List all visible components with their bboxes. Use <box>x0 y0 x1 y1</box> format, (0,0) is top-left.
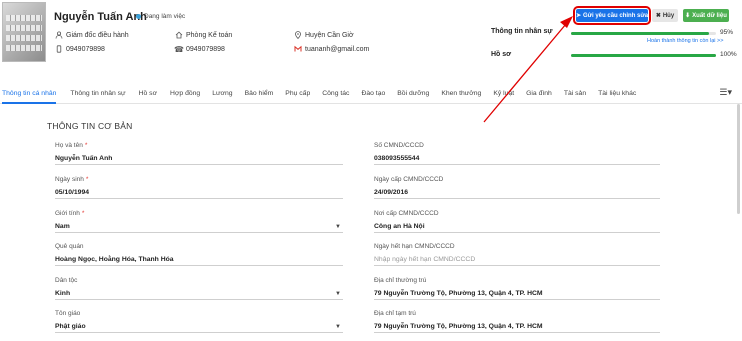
id-issue-place-label: Nơi cấp CMND/CCCD <box>374 210 439 217</box>
mobile-text: 0949079898 <box>66 45 105 53</box>
id-issue-date-label: Ngày cấp CMND/CCCD <box>374 176 444 183</box>
tab-13[interactable]: Gia đình <box>526 84 552 104</box>
tab-3[interactable]: Hồ sơ <box>139 84 157 104</box>
tab-bar: Thông tin cá nhân Thông tin nhân sự Hồ sơ H… <box>0 84 742 104</box>
home-icon <box>175 31 183 39</box>
staff-info-progress-value: 95% <box>720 29 734 36</box>
permanent-address-input[interactable]: 79 Nguyễn Trường Tộ, Phường 13, Quận 4, … <box>374 288 660 300</box>
employee-header: Nguyễn Tuấn Anh Đang làm việc Giám đốc đ… <box>0 0 742 76</box>
complete-info-link[interactable]: Hoàn thành thông tin còn lại >> <box>647 38 723 44</box>
full-name-field: Họ và tên * Nguyễn Tuấn Anh <box>55 142 343 165</box>
close-icon: ✖ <box>655 13 661 19</box>
mobile-info: 0949079898 <box>55 45 105 53</box>
phone-icon: ☎ <box>174 44 184 54</box>
user-icon <box>55 31 63 39</box>
staff-info-progress-bar <box>571 32 716 35</box>
position-text: Giám đốc điều hành <box>66 31 129 39</box>
permanent-address-label: Địa chỉ thường trú <box>374 277 427 284</box>
cancel-button[interactable]: ✖ Hủy <box>652 9 678 22</box>
id-number-input[interactable]: 038093555544 <box>374 153 660 165</box>
ethnicity-field: Dân tộc Kinh ▼ <box>55 277 343 300</box>
menu-icon[interactable]: ☰▾ <box>719 87 732 98</box>
status-text: Đang làm việc <box>144 13 186 20</box>
id-number-field: Số CMND/CCCD 038093555544 <box>374 142 660 165</box>
id-issue-date-input[interactable]: 24/09/2016 <box>374 187 660 199</box>
dob-input[interactable]: 05/10/1994 <box>55 187 343 199</box>
id-number-label: Số CMND/CCCD <box>374 142 424 149</box>
tab-10[interactable]: Bồi dưỡng <box>397 84 429 104</box>
chevron-down-icon: ▼ <box>335 224 341 230</box>
tab-5[interactable]: Lương <box>212 84 232 104</box>
position-info: Giám đốc điều hành <box>55 31 129 39</box>
dob-label: Ngày sinh <box>55 176 84 183</box>
tab-14[interactable]: Tài sản <box>564 84 586 104</box>
id-expiry-input[interactable]: Nhập ngày hết hạn CMND/CCCD <box>374 254 660 266</box>
id-expiry-field: Ngày hết hạn CMND/CCCD Nhập ngày hết hạn… <box>374 243 660 266</box>
department-info: Phòng Kế toán <box>175 31 232 39</box>
ethnicity-select[interactable]: Kinh ▼ <box>55 288 343 300</box>
id-issue-date-field: Ngày cấp CMND/CCCD 24/09/2016 <box>374 176 660 199</box>
status-dot-icon <box>136 14 141 19</box>
tab-11[interactable]: Khen thưởng <box>441 84 481 104</box>
gender-field: Giới tính * Nam ▼ <box>55 210 343 233</box>
religion-field: Tôn giáo Phật giáo ▼ <box>55 310 343 333</box>
phone-info: ☎ 0949079898 <box>174 44 225 54</box>
permanent-address-field: Địa chỉ thường trú 79 Nguyễn Trường Tộ, … <box>374 277 660 300</box>
tab-12[interactable]: Kỷ luật <box>493 84 514 104</box>
id-expiry-label: Ngày hết hạn CMND/CCCD <box>374 243 455 250</box>
send-icon: ➤ <box>575 13 581 19</box>
hometown-field: Quê quán Hoàng Ngọc, Hoằng Hóa, Thanh Hó… <box>55 243 343 266</box>
dob-field: Ngày sinh * 05/10/1994 <box>55 176 343 199</box>
gender-select[interactable]: Nam ▼ <box>55 221 343 233</box>
ethnicity-label: Dân tộc <box>55 277 78 284</box>
request-edit-button[interactable]: ➤ Gửi yêu cầu chỉnh sửa <box>573 6 651 25</box>
full-name-label: Họ và tên <box>55 142 83 149</box>
full-name-input[interactable]: Nguyễn Tuấn Anh <box>55 153 343 165</box>
tab-9[interactable]: Đào tạo <box>361 84 385 104</box>
tab-8[interactable]: Công tác <box>322 84 349 104</box>
tab-15[interactable]: Tài liệu khác <box>598 84 636 104</box>
status-badge: Đang làm việc <box>136 13 185 20</box>
religion-label: Tôn giáo <box>55 310 81 317</box>
download-icon: ⬇ <box>685 13 691 19</box>
id-issue-place-input[interactable]: Công an Hà Nội <box>374 221 660 233</box>
avatar[interactable] <box>2 2 46 62</box>
temporary-address-label: Địa chỉ tạm trú <box>374 310 416 317</box>
gender-label: Giới tính <box>55 210 80 217</box>
profile-progress-value: 100% <box>720 51 737 58</box>
location-info: Huyện Cần Giờ <box>294 31 354 39</box>
hometown-label: Quê quán <box>55 243 84 250</box>
scrollbar[interactable] <box>737 104 740 214</box>
export-data-button[interactable]: ⬇ Xuất dữ liệu <box>683 9 729 22</box>
map-pin-icon <box>294 31 302 39</box>
chevron-down-icon: ▼ <box>335 324 341 330</box>
tab-7[interactable]: Phụ cấp <box>285 84 310 104</box>
tab-2[interactable]: Thông tin nhân sự <box>70 84 125 104</box>
employee-name: Nguyễn Tuấn Anh <box>54 11 147 23</box>
profile-progress-bar <box>571 54 716 57</box>
tab-4[interactable]: Hợp đồng <box>170 84 200 104</box>
section-title: THÔNG TIN CƠ BẢN <box>47 121 133 131</box>
hometown-input[interactable]: Hoàng Ngọc, Hoằng Hóa, Thanh Hóa <box>55 254 343 266</box>
mobile-icon <box>55 45 63 53</box>
tab-1[interactable]: Thông tin cá nhân <box>2 84 57 104</box>
email-text: tuananh@gmail.com <box>305 45 370 53</box>
id-issue-place-field: Nơi cấp CMND/CCCD Công an Hà Nội <box>374 210 660 233</box>
email-info[interactable]: tuananh@gmail.com <box>294 45 369 53</box>
temporary-address-input[interactable]: 79 Nguyễn Trường Tộ, Phường 13, Quận 4, … <box>374 321 660 333</box>
location-text: Huyện Cần Giờ <box>305 31 354 39</box>
staff-info-progress-fill <box>571 32 709 35</box>
religion-select[interactable]: Phật giáo ▼ <box>55 321 343 333</box>
phone-text: 0949079898 <box>186 45 225 53</box>
department-text: Phòng Kế toán <box>186 31 233 39</box>
temporary-address-field: Địa chỉ tạm trú 79 Nguyễn Trường Tộ, Phư… <box>374 310 660 333</box>
profile-progress-fill <box>571 54 716 57</box>
gmail-icon <box>294 45 302 53</box>
profile-progress-label: Hồ sơ <box>491 51 512 58</box>
staff-info-progress-label: Thông tin nhân sự <box>491 28 553 35</box>
tab-6[interactable]: Bảo hiểm <box>245 84 274 104</box>
chevron-down-icon: ▼ <box>335 291 341 297</box>
